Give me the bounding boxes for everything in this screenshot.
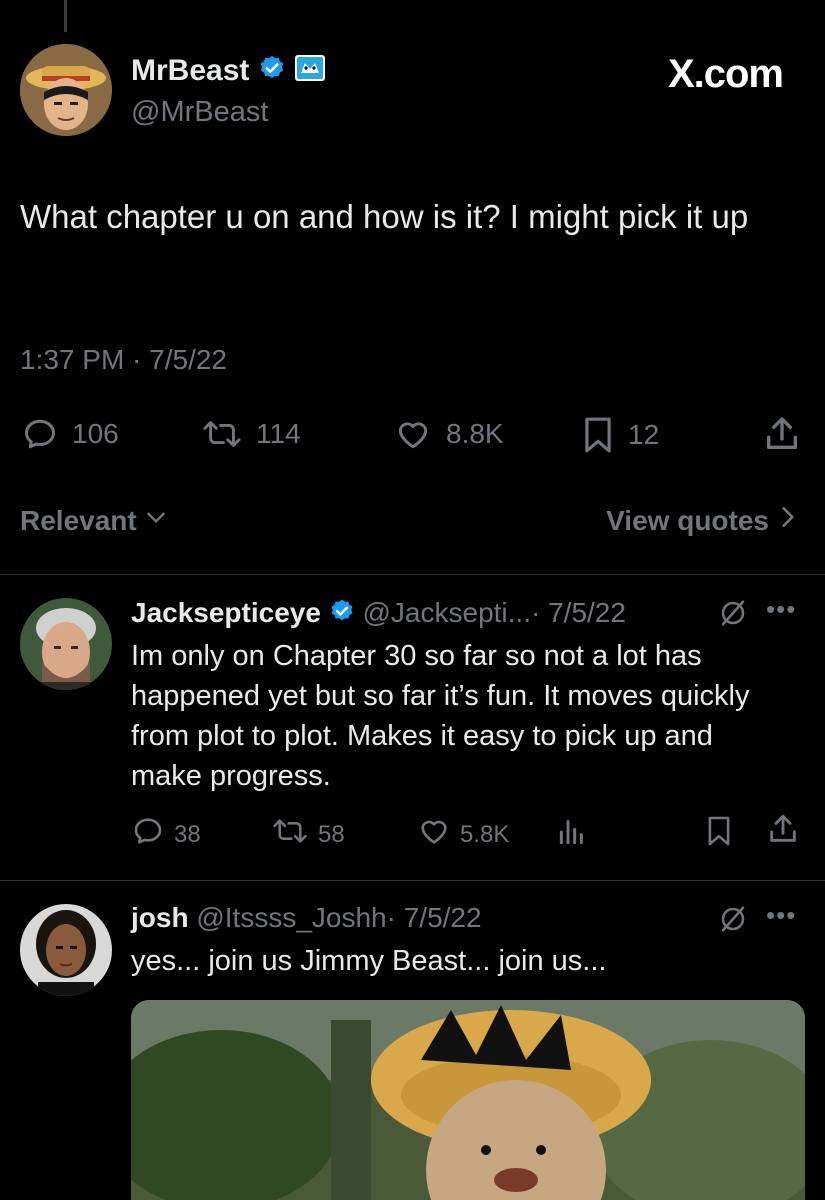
reply-like-button[interactable]: 5.8K — [418, 815, 509, 854]
like-count: 8.8K — [446, 418, 504, 449]
main-author-name[interactable]: MrBeast — [131, 54, 249, 87]
bookmark-button[interactable]: 12 — [582, 416, 659, 454]
reply-reply-button[interactable]: 38 — [132, 815, 201, 854]
divider — [0, 880, 825, 881]
like-count: 5.8K — [460, 820, 510, 848]
reply-author-line: josh @Itssss_Joshh· 7/5/22 — [131, 901, 482, 935]
grok-icon[interactable] — [718, 904, 748, 939]
reply-media-image[interactable] — [131, 1000, 805, 1200]
sort-dropdown[interactable]: Relevant — [20, 504, 169, 537]
mrbeast-avatar[interactable] — [20, 44, 112, 136]
share-icon — [762, 414, 802, 454]
verified-badge-icon — [329, 598, 355, 632]
main-author-line: MrBeast — [131, 54, 326, 90]
josh-avatar[interactable] — [20, 904, 112, 996]
reply-date[interactable]: · 7/5/22 — [531, 597, 626, 628]
reply-text: yes... join us Jimmy Beast... join us... — [131, 945, 607, 977]
heart-icon — [418, 815, 450, 854]
reply-author-name[interactable]: josh — [131, 902, 189, 933]
bookmark-count: 12 — [628, 419, 660, 450]
jacksepticeye-avatar[interactable] — [20, 598, 112, 690]
retweet-icon — [202, 416, 242, 452]
sort-label: Relevant — [20, 504, 137, 536]
reply-share-icon[interactable] — [766, 812, 800, 851]
main-tweet-timestamp[interactable]: 1:37 PM · 7/5/22 — [20, 344, 227, 376]
reply-author-handle[interactable]: @Jacksepti... — [363, 597, 531, 628]
view-quotes-link[interactable]: View quotes — [606, 504, 799, 537]
view-quotes-label: View quotes — [606, 504, 769, 536]
heart-icon — [394, 416, 432, 452]
x-brand-logo: X.com — [667, 52, 784, 96]
more-options-icon[interactable]: ••• — [766, 594, 796, 625]
chevron-down-icon — [143, 504, 169, 537]
reply-icon — [132, 815, 164, 854]
retweet-count: 58 — [318, 820, 345, 848]
reply-count: 38 — [174, 820, 201, 848]
reply-author-handle[interactable]: @Itssss_Joshh — [196, 902, 386, 933]
retweet-button[interactable]: 114 — [202, 416, 301, 452]
grok-icon[interactable] — [718, 598, 748, 633]
thread-connector-line — [64, 0, 67, 32]
retweet-icon — [272, 815, 308, 854]
retweet-count: 114 — [256, 418, 301, 449]
reply-bookmark-icon[interactable] — [706, 815, 732, 852]
reply-icon — [22, 416, 58, 452]
reply-retweet-button[interactable]: 58 — [272, 815, 345, 854]
share-button[interactable] — [762, 414, 802, 454]
bookmark-icon — [582, 416, 614, 454]
verified-badge-icon — [258, 54, 286, 90]
reply-author-line: Jacksepticeye @Jacksepti...· 7/5/22 — [131, 596, 626, 632]
reply-author-name[interactable]: Jacksepticeye — [131, 597, 321, 628]
more-options-icon[interactable]: ••• — [766, 900, 796, 931]
chevron-right-icon — [777, 504, 799, 537]
main-tweet-text: What chapter u on and how is it? I might… — [20, 198, 749, 235]
divider — [0, 574, 825, 575]
affiliate-badge-icon — [294, 54, 326, 90]
main-author-handle[interactable]: @MrBeast — [131, 96, 268, 129]
reply-date[interactable]: · 7/5/22 — [387, 902, 482, 933]
reply-count: 106 — [72, 418, 119, 449]
reply-text: Im only on Chapter 30 so far so not a lo… — [131, 640, 750, 792]
views-analytics-icon[interactable] — [556, 816, 588, 853]
reply-button[interactable]: 106 — [22, 416, 119, 452]
like-button[interactable]: 8.8K — [394, 416, 504, 452]
